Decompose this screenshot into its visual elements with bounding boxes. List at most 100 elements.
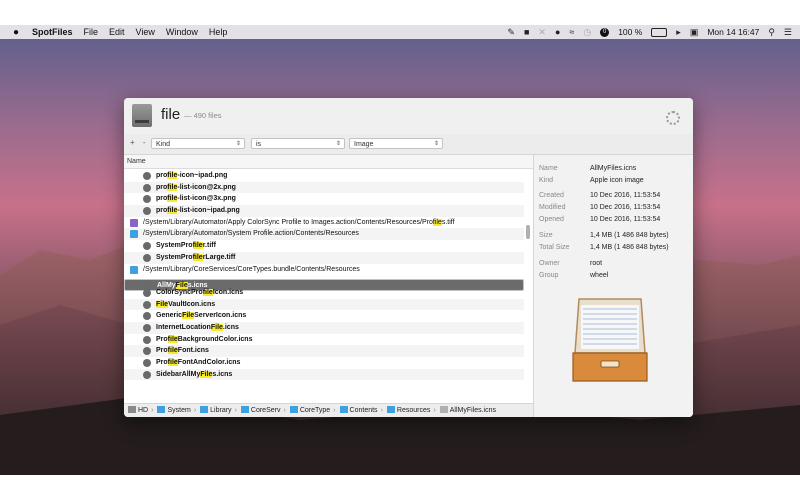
app-menu[interactable]: SpotFiles <box>32 27 73 37</box>
spotlight-search-icon[interactable]: ⚲ <box>768 25 775 39</box>
path-crumb[interactable]: HD › <box>128 404 153 417</box>
menu-edit[interactable]: Edit <box>109 27 125 37</box>
row-name: profile-list-icon@2x.png <box>156 182 236 194</box>
row-name: profile-icon~ipad.png <box>156 170 227 182</box>
path-crumb[interactable]: CoreType › <box>289 404 336 417</box>
info-created-value: 10 Dec 2016, 11:53:54 <box>590 192 661 199</box>
result-row[interactable]: SystemProfilerLarge.tiff <box>124 251 524 264</box>
folder-row[interactable]: /System/Library/Automator/System Profile… <box>124 228 524 241</box>
name-part: Pro <box>156 347 168 355</box>
info-label: Opened <box>539 216 564 223</box>
file-icon <box>143 335 151 344</box>
folder-row[interactable]: /System/Library/CoreServices/CoreTypes.b… <box>124 264 524 276</box>
user-icon[interactable]: ● <box>555 25 560 39</box>
result-row[interactable]: /System/Library/Automator/Apply ColorSyn… <box>124 217 524 229</box>
time-machine-icon[interactable]: ◷ <box>583 25 591 39</box>
wifi-icon[interactable]: ≈ <box>569 25 574 39</box>
result-row[interactable]: SystemProfiler.tiff <box>124 240 524 252</box>
clock[interactable]: Mon 14 16:47 <box>707 27 759 37</box>
menu-view[interactable]: View <box>136 27 155 37</box>
result-row[interactable]: ColorSyncProfileIcon.icns <box>124 287 524 299</box>
match-highlight: file <box>192 242 203 250</box>
match-highlight: file <box>202 288 213 296</box>
chevron-right-icon: › <box>283 407 286 414</box>
row-name: FileVaultIcon.icns <box>156 299 215 311</box>
crumb-label: HD <box>138 407 149 414</box>
path-crumb[interactable]: Resources › <box>386 404 436 417</box>
row-name: ProfileFont.icns <box>156 345 209 357</box>
result-row[interactable]: FileVaultIcon.icns <box>124 298 524 311</box>
chevron-updown-icon: ⇕ <box>335 141 341 147</box>
name-part: pro <box>156 195 168 203</box>
path-crumb[interactable]: CoreServ › <box>240 404 286 417</box>
path-crumb[interactable]: Contents › <box>339 404 383 417</box>
folder-icon <box>130 265 138 274</box>
result-row[interactable]: profile-list-icon~ipad.png <box>124 205 524 217</box>
folder-icon <box>157 406 166 413</box>
match-highlight: file <box>192 253 203 261</box>
match-highlight: file <box>432 218 442 226</box>
match-highlight: File <box>156 300 169 308</box>
result-row[interactable]: profile-list-icon@2x.png <box>124 181 524 194</box>
menu-help[interactable]: Help <box>209 27 228 37</box>
battery-icon[interactable] <box>651 27 668 37</box>
crumb-label: System <box>167 407 191 414</box>
match-highlight: file <box>167 183 178 191</box>
filter-field-select[interactable]: Kind ⇕ <box>151 138 245 149</box>
notification-badge-icon[interactable]: 0 <box>600 27 610 37</box>
vertical-scrollbar[interactable] <box>526 171 531 402</box>
chevron-right-icon: › <box>193 407 197 414</box>
menu-window[interactable]: Window <box>166 27 198 37</box>
info-opened-value: 10 Dec 2016, 11:53:54 <box>590 216 661 223</box>
result-row[interactable]: GenericFileServerIcon.icns <box>124 310 524 322</box>
filter-bar: + - Kind ⇕ is ⇕ Image ⇕ <box>124 134 693 155</box>
column-header-name[interactable]: Name <box>124 155 533 169</box>
name-part: SystemPro <box>156 253 193 261</box>
add-remove-filter-buttons[interactable]: + - <box>130 138 149 147</box>
result-row[interactable]: InternetLocationFile.icns <box>124 321 524 334</box>
result-row[interactable]: ProfileBackgroundColor.icns <box>124 334 524 346</box>
display-icon[interactable]: ▣ <box>690 25 699 39</box>
result-row[interactable]: profile-icon~ipad.png <box>124 170 524 182</box>
result-row[interactable]: ProfileFontAndColor.icns <box>124 357 524 369</box>
result-count: — 490 files <box>184 111 222 120</box>
search-query[interactable]: file <box>161 106 180 123</box>
info-label: Created <box>539 192 564 199</box>
volume-icon[interactable]: ▸ <box>676 25 681 39</box>
lock-icon[interactable]: ■ <box>524 25 529 39</box>
filter-value-select[interactable]: Image ⇕ <box>349 138 443 149</box>
scrollbar-thumb[interactable] <box>526 225 530 239</box>
menu-file[interactable]: File <box>84 27 99 37</box>
folder-icon <box>339 406 348 413</box>
folder-icon <box>240 406 249 413</box>
file-icon <box>143 183 151 192</box>
path-crumb[interactable]: AllMyFiles.icns <box>439 404 496 417</box>
chevron-right-icon: › <box>433 407 436 414</box>
result-row[interactable]: profile-list-icon@3x.png <box>124 193 524 205</box>
path-crumb[interactable]: Library › <box>200 404 237 417</box>
info-label: Total Size <box>539 244 570 251</box>
result-row[interactable]: ProfileFont.icns <box>124 345 524 357</box>
loading-spinner-icon <box>666 111 680 125</box>
chevron-updown-icon: ⇕ <box>433 141 439 147</box>
battery-percent: 100 % <box>618 27 643 37</box>
hard-drive-icon <box>128 406 136 413</box>
path-crumb[interactable]: System › <box>157 404 196 417</box>
file-icon <box>143 300 151 309</box>
chevron-right-icon: › <box>234 407 237 414</box>
filter-operator-select[interactable]: is ⇕ <box>251 138 345 149</box>
apple-menu-icon[interactable]: ● <box>11 27 21 38</box>
name-part: VaultIcon.icns <box>168 300 216 308</box>
name-part: -list-icon~ipad.png <box>177 207 240 215</box>
crumb-label: CoreType <box>299 407 331 414</box>
window-header: file — 490 files <box>124 98 693 134</box>
crumb-label: Resources <box>396 407 431 414</box>
match-highlight: file <box>167 195 178 203</box>
notification-center-icon[interactable]: ☰ <box>784 25 792 39</box>
chevron-right-icon: › <box>380 407 383 414</box>
result-row[interactable]: SidebarAllMyFiles.icns <box>124 368 524 381</box>
filter-operator-value: is <box>256 141 262 148</box>
bluetooth-icon[interactable]: ✕ <box>538 25 546 39</box>
pen-icon[interactable]: ✎ <box>507 25 515 39</box>
folder-icon <box>200 406 209 413</box>
